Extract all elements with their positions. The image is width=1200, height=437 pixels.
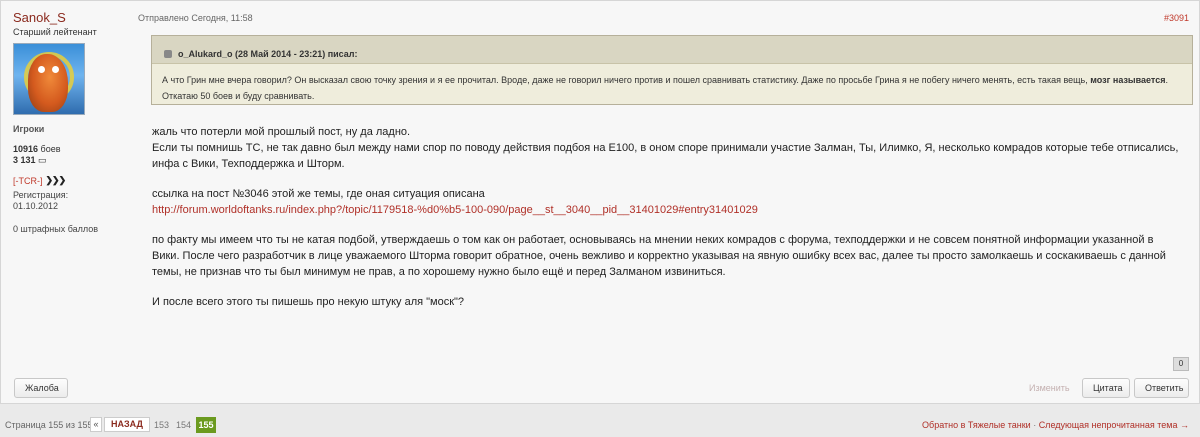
quote-text-end: . [1165, 75, 1168, 85]
post-content: жаль что потерли мой прошлый пост, ну да… [152, 124, 1182, 310]
next-unread-link[interactable]: Следующая непрочитанная тема [1039, 420, 1178, 430]
quote-author: o_Alukard_o (28 Май 2014 - 23:21) писал: [178, 49, 358, 59]
pagination-bar: Страница 155 из 155 « НАЗАД 153 154 155 … [0, 412, 1200, 437]
first-page-button[interactable]: « [90, 417, 102, 432]
post-link[interactable]: http://forum.worldoftanks.ru/index.php?/… [152, 204, 758, 216]
battles-count: 10916 [13, 144, 39, 154]
post-paragraph: по факту мы имеем что ты не катая подбой… [152, 234, 1166, 278]
warning-points: 0 штрафных баллов [13, 224, 99, 234]
reply-button[interactable]: Ответить [1134, 378, 1189, 398]
author-rank: Старший лейтенант [13, 27, 97, 37]
quote-header: o_Alukard_o (28 Май 2014 - 23:21) писал: [152, 36, 1192, 64]
quote-button[interactable]: Цитата [1082, 378, 1130, 398]
quote-body: А что Грин мне вчера говорил? Он высказа… [152, 64, 1192, 112]
post-number-link[interactable]: #3091 [1164, 13, 1189, 23]
battles-label: боев [40, 144, 61, 154]
report-button[interactable]: Жалоба [14, 378, 68, 398]
post-paragraph: ссылка на пост №3046 этой же темы, где о… [152, 188, 485, 200]
medal-icon: ▭ [38, 155, 47, 165]
topic-nav: Обратно в Тяжелые танки · Следующая непр… [922, 420, 1189, 430]
registration: Регистрация: 01.10.2012 [13, 190, 123, 212]
back-page-button[interactable]: НАЗАД [104, 417, 150, 432]
reputation-counter[interactable]: 0 [1173, 357, 1189, 371]
quote-arrow-icon[interactable] [164, 50, 172, 58]
author-group: Игроки [13, 124, 45, 134]
medals-count: 3 131 [13, 155, 36, 165]
author-panel: Sanok_S Старший лейтенант Игроки 10916 б… [13, 10, 123, 234]
forum-post: Sanok_S Старший лейтенант Игроки 10916 б… [0, 0, 1200, 404]
page-154-link[interactable]: 154 [176, 420, 191, 430]
current-page: 155 [196, 417, 216, 433]
page-indicator: Страница 155 из 155 [5, 420, 93, 430]
registration-date: 01.10.2012 [13, 201, 59, 211]
edit-button[interactable]: Изменить [1029, 383, 1070, 393]
clan-row: [-TCR-] ❯❯❯ [13, 175, 123, 186]
post-date: Отправлено Сегодня, 11:58 [138, 13, 253, 23]
quote-block: o_Alukard_o (28 Май 2014 - 23:21) писал:… [151, 35, 1193, 105]
quote-bold-text: мозг называется [1090, 75, 1166, 85]
quote-text: А что Грин мне вчера говорил? Он высказа… [162, 75, 1091, 85]
author-stats: 10916 боев 3 131 ▭ [13, 144, 123, 166]
arrow-right-icon: → [1180, 420, 1189, 430]
post-paragraph: Если ты помнишь ТС, не так давно был меж… [152, 142, 1179, 170]
avatar[interactable] [13, 43, 85, 115]
quote-text-line2: Откатаю 50 боев и буду сравнивать. [162, 91, 315, 101]
author-name-link[interactable]: Sanok_S [13, 10, 123, 25]
back-to-forum-link[interactable]: Обратно в Тяжелые танки [922, 420, 1031, 430]
post-paragraph: И после всего этого ты пишешь про некую … [152, 296, 465, 308]
page-153-link[interactable]: 153 [154, 420, 169, 430]
rank-chevrons-icon: ❯❯❯ [45, 175, 67, 185]
clan-tag-link[interactable]: [-TCR-] [13, 176, 43, 186]
registration-label: Регистрация: [13, 190, 69, 200]
post-paragraph: жаль что потерли мой прошлый пост, ну да… [152, 126, 411, 138]
separator: · [1030, 420, 1039, 430]
